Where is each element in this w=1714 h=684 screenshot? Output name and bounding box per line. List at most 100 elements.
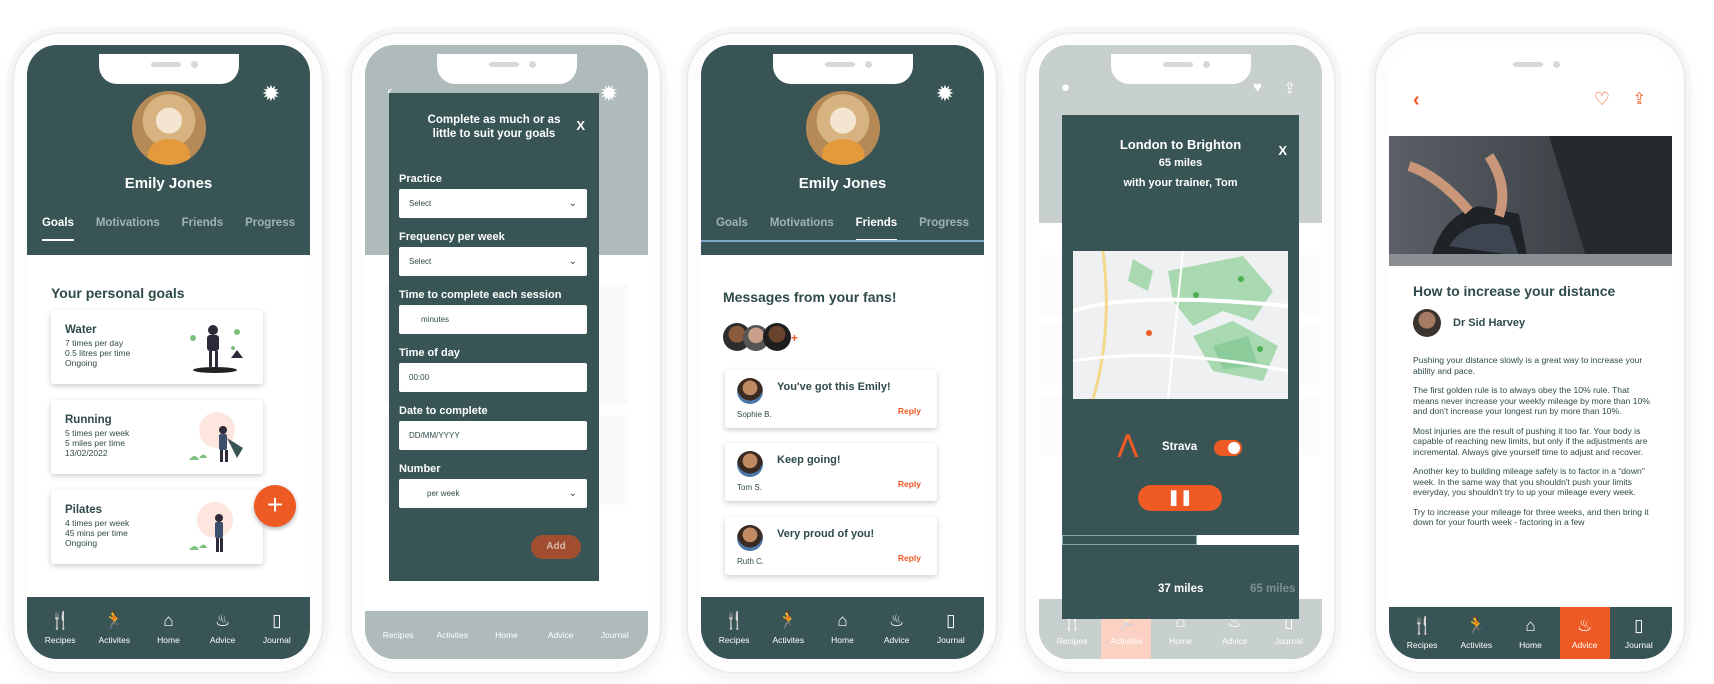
nav-label: Home xyxy=(157,635,180,645)
friends-screen: ✹ Emily Jones Goals Motivations Friends … xyxy=(701,45,984,659)
nav-label: Activites xyxy=(772,635,805,645)
notch xyxy=(436,54,577,84)
nav-recipes[interactable]: 🍴 Recipes xyxy=(709,597,759,659)
goal-card-running[interactable]: Running 5 times per week 5 miles per tim… xyxy=(51,400,263,474)
settings-gear-icon[interactable]: ✹ xyxy=(260,83,282,105)
add-goal-button[interactable]: + xyxy=(254,485,296,527)
nav-advice[interactable]: ♨ Advice xyxy=(1559,607,1610,659)
back-arrow-icon[interactable]: ‹ xyxy=(1413,89,1420,112)
home-icon: ⌂ xyxy=(163,611,174,630)
number-select[interactable]: per week ⌄ xyxy=(399,479,587,508)
profile-tabs: Goals Motivations Friends Progress xyxy=(701,217,984,241)
message-text: Very proud of you! xyxy=(777,528,875,540)
tab-motivations[interactable]: Motivations xyxy=(770,217,834,241)
strava-toggle[interactable] xyxy=(1214,440,1242,456)
tab-progress[interactable]: Progress xyxy=(245,217,295,241)
share-icon[interactable]: ⇪ xyxy=(1633,89,1646,109)
close-button[interactable]: X xyxy=(1278,143,1287,158)
tab-progress[interactable]: Progress xyxy=(919,217,969,241)
time-of-day-label: Time of day xyxy=(399,347,460,359)
journal-icon: ▯ xyxy=(1634,616,1644,635)
route-map[interactable] xyxy=(1073,251,1288,399)
advice-icon: ♨ xyxy=(215,611,231,630)
chevron-down-icon: ⌄ xyxy=(568,256,577,267)
nav-journal[interactable]: ▯ Journal xyxy=(926,597,976,659)
tab-motivations[interactable]: Motivations xyxy=(96,217,160,241)
nav-home[interactable]: ⌂ Home xyxy=(143,597,193,659)
add-goal-modal: Complete as much or as little to suit yo… xyxy=(389,93,599,581)
nav-activities[interactable]: 🏃 Activites xyxy=(89,597,139,659)
phone-goals: ✹ Emily Jones Goals Motivations Friends … xyxy=(12,32,324,674)
tab-goals[interactable]: Goals xyxy=(716,217,748,241)
goal-card-pilates[interactable]: Pilates 4 times per week 45 mins per tim… xyxy=(51,490,263,564)
add-goal-screen: ‹ ✹ Recipes Activites Home Advice Journa… xyxy=(365,45,648,659)
session-time-input[interactable]: minutes xyxy=(399,305,587,334)
phone-activity: ● ♥ ⇪ 🍴Recipes 🏃Activites ⌂Home ♨Advice … xyxy=(1024,32,1336,674)
article-paragraph: Most injuries are the result of pushing … xyxy=(1413,425,1648,457)
article-body: Pushing your distance slowly is a great … xyxy=(1413,355,1653,591)
article-paragraph: Try to increase your mileage for three w… xyxy=(1413,506,1649,528)
reply-link[interactable]: Reply xyxy=(898,479,921,489)
message-text: You've got this Emily! xyxy=(777,381,891,393)
friends-heading: Messages from your fans! xyxy=(723,289,897,305)
nav-activities[interactable]: 🏃 Activites xyxy=(763,597,813,659)
nav-activities[interactable]: 🏃 Activites xyxy=(1451,607,1501,659)
tab-friends[interactable]: Friends xyxy=(855,217,898,241)
session-time-label: Time to complete each session xyxy=(399,289,562,301)
settings-gear-icon[interactable]: ✹ xyxy=(934,83,956,105)
avatar xyxy=(737,378,763,404)
nav-home[interactable]: ⌂ Home xyxy=(817,597,867,659)
select-value: Select xyxy=(409,257,432,266)
activity-icon: 🏃 xyxy=(777,611,799,630)
phone-add-goal: ‹ ✹ Recipes Activites Home Advice Journa… xyxy=(350,32,662,674)
close-button[interactable]: X xyxy=(576,118,585,133)
cutlery-icon: 🍴 xyxy=(1411,616,1433,635)
water-illustration-icon xyxy=(190,325,243,373)
nav-journal[interactable]: ▯ Journal xyxy=(252,597,302,659)
nav-home[interactable]: ⌂ Home xyxy=(1505,607,1555,659)
modal-title: Complete as much or as little to suit yo… xyxy=(427,114,561,140)
add-button[interactable]: Add xyxy=(531,535,581,559)
avatar xyxy=(805,91,880,165)
reply-link[interactable]: Reply xyxy=(898,553,921,563)
frequency-select[interactable]: Select ⌄ xyxy=(399,247,587,276)
message-card: You've got this Emily! Sophie B. Reply xyxy=(725,370,937,428)
phone-friends: ✹ Emily Jones Goals Motivations Friends … xyxy=(686,32,998,674)
bottom-nav: 🍴 Recipes 🏃 Activites ⌂ Home ♨ Advice ▯ Journ… xyxy=(1389,607,1672,659)
heart-icon[interactable]: ♡ xyxy=(1594,89,1610,110)
reply-link[interactable]: Reply xyxy=(898,406,921,416)
notch xyxy=(98,54,239,84)
nav-label: Home xyxy=(831,635,854,645)
nav-recipes[interactable]: 🍴 Recipes xyxy=(1397,607,1447,659)
progress-track xyxy=(1062,535,1299,545)
sender-name: Sophie B. xyxy=(737,410,772,419)
tab-goals[interactable]: Goals xyxy=(41,217,74,241)
nav-label: Recipes xyxy=(718,635,750,645)
goal-card-water[interactable]: Water 7 times per day 0.5 litres per tim… xyxy=(51,310,263,384)
article-title: How to increase your distance xyxy=(1413,283,1616,299)
avatar xyxy=(131,91,206,165)
nav-advice[interactable]: ♨ Advice xyxy=(198,597,248,659)
progress-total: 65 miles xyxy=(1250,583,1296,595)
nav-label: Activites xyxy=(1460,640,1493,650)
date-input[interactable]: DD/MM/YYYY xyxy=(399,421,587,450)
pause-button[interactable]: ❚❚ xyxy=(1138,485,1222,511)
chevron-down-icon: ⌄ xyxy=(568,198,577,209)
avatar xyxy=(737,525,763,551)
article-screen: ‹ ♡ ⇪ How to increase your distance Dr S… xyxy=(1389,45,1672,659)
frequency-label: Frequency per week xyxy=(399,231,505,243)
progress-fill xyxy=(1062,535,1198,545)
time-of-day-input[interactable]: 00:00 xyxy=(399,363,587,392)
sender-name: Tom S. xyxy=(737,483,762,492)
add-fan-icon[interactable]: + xyxy=(791,331,798,345)
advice-icon: ♨ xyxy=(1577,616,1593,635)
nav-advice[interactable]: ♨ Advice xyxy=(872,597,922,659)
nav-journal[interactable]: ▯ Journal xyxy=(1614,607,1664,659)
practice-select[interactable]: Select ⌄ xyxy=(399,189,587,218)
avatar xyxy=(763,323,791,351)
tab-friends[interactable]: Friends xyxy=(182,217,224,241)
running-illustration-icon xyxy=(189,412,243,462)
strava-logo-icon: ⋀ xyxy=(1118,431,1138,458)
nav-recipes[interactable]: 🍴 Recipes xyxy=(35,597,85,659)
avatar xyxy=(737,451,763,477)
